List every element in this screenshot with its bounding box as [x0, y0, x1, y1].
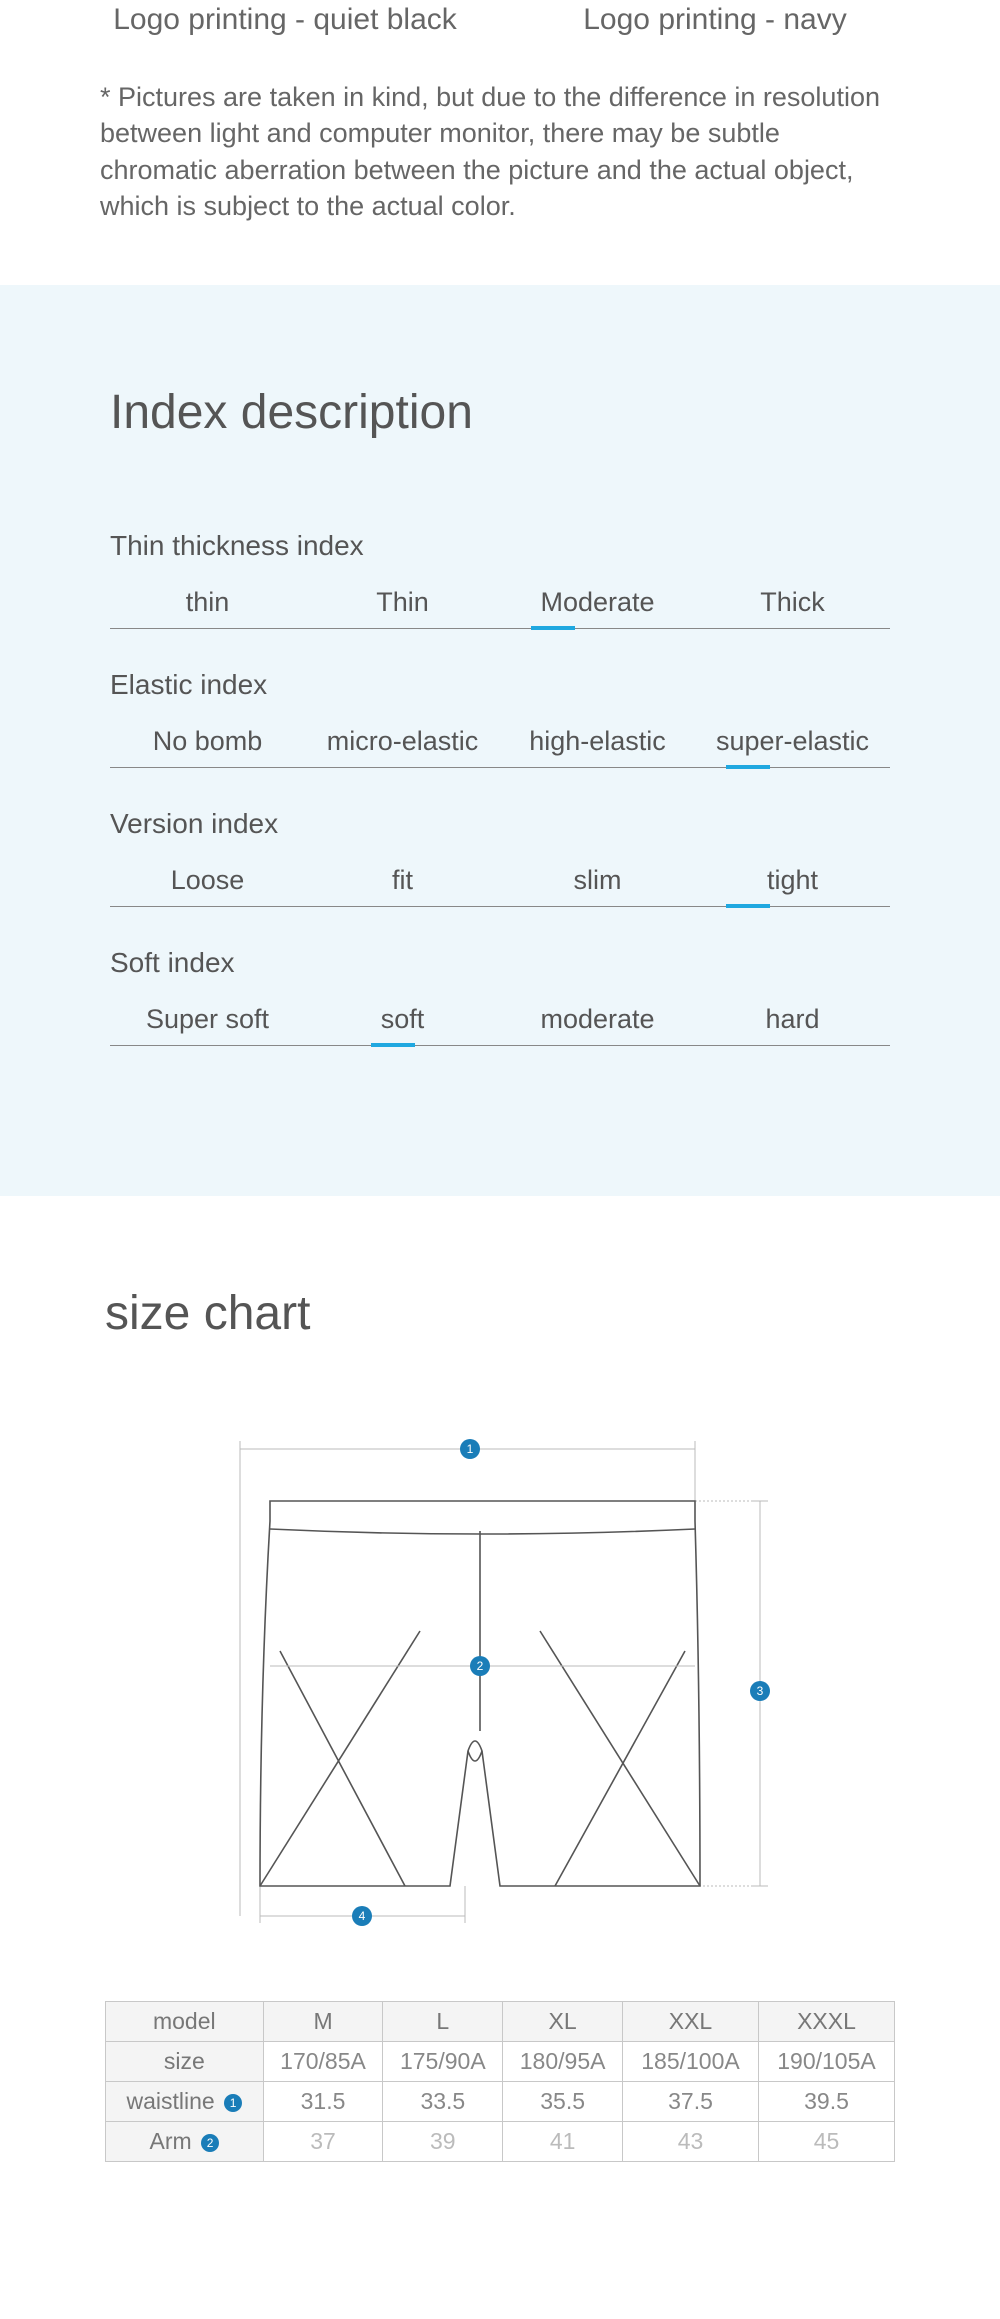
size-chart-title: size chart [105, 1286, 895, 1341]
selected-marker [531, 626, 575, 630]
disclaimer-text: * Pictures are taken in kind, but due to… [0, 79, 1000, 285]
table-col-header: XL [503, 2001, 623, 2041]
index-group: Soft index Super softsoftmoderatehard [110, 947, 890, 1046]
index-options-row: Super softsoftmoderatehard [110, 1004, 890, 1046]
table-cell: 190/105A [758, 2041, 894, 2081]
size-chart-section: size chart [0, 1196, 1000, 2162]
table-row: size170/85A175/90A180/95A185/100A190/105… [106, 2041, 895, 2081]
index-label: Soft index [110, 947, 890, 979]
index-option: Thick [695, 587, 890, 628]
table-cell: 37.5 [623, 2081, 759, 2121]
table-corner: model [106, 2001, 264, 2041]
table-col-header: XXXL [758, 2001, 894, 2041]
index-option: super-elastic [695, 726, 890, 767]
table-col-header: M [263, 2001, 383, 2041]
table-cell: 180/95A [503, 2041, 623, 2081]
index-label: Thin thickness index [110, 530, 890, 562]
table-row: Arm 23739414345 [106, 2121, 895, 2161]
table-col-header: L [383, 2001, 503, 2041]
index-option: No bomb [110, 726, 305, 767]
table-cell: 35.5 [503, 2081, 623, 2121]
index-description-section: Index description Thin thickness index th… [0, 285, 1000, 1196]
index-options-row: No bombmicro-elastichigh-elasticsuper-el… [110, 726, 890, 768]
measure-badge-icon: 2 [201, 2134, 219, 2152]
index-options-row: Loosefitslimtight [110, 865, 890, 907]
index-option: micro-elastic [305, 726, 500, 767]
table-cell: 31.5 [263, 2081, 383, 2121]
shorts-diagram: 1 2 3 4 [220, 1431, 780, 1951]
table-cell: 170/85A [263, 2041, 383, 2081]
selected-marker [726, 765, 770, 769]
table-cell: 41 [503, 2121, 623, 2161]
index-option: tight [695, 865, 890, 906]
color-label-navy: Logo printing - navy [500, 0, 930, 39]
svg-text:1: 1 [467, 1442, 474, 1456]
table-cell: 39 [383, 2121, 503, 2161]
selected-marker [726, 904, 770, 908]
svg-text:3: 3 [757, 1684, 764, 1698]
table-cell: 37 [263, 2121, 383, 2161]
table-row-header: size [106, 2041, 264, 2081]
table-cell: 33.5 [383, 2081, 503, 2121]
table-row: waistline 131.533.535.537.539.5 [106, 2081, 895, 2121]
table-cell: 175/90A [383, 2041, 503, 2081]
index-options-row: thinThinModerateThick [110, 587, 890, 629]
index-option: Moderate [500, 587, 695, 628]
table-row-header: Arm 2 [106, 2121, 264, 2161]
index-option: soft [305, 1004, 500, 1045]
index-option: moderate [500, 1004, 695, 1045]
index-group: Thin thickness index thinThinModerateThic… [110, 530, 890, 629]
table-col-header: XXL [623, 2001, 759, 2041]
table-cell: 43 [623, 2121, 759, 2161]
table-cell: 45 [758, 2121, 894, 2161]
index-option: Thin [305, 587, 500, 628]
index-label: Version index [110, 808, 890, 840]
index-option: hard [695, 1004, 890, 1045]
svg-text:2: 2 [477, 1659, 484, 1673]
index-group: Elastic index No bombmicro-elastichigh-el… [110, 669, 890, 768]
index-option: high-elastic [500, 726, 695, 767]
measure-badge-icon: 1 [224, 2094, 242, 2112]
svg-text:4: 4 [359, 1909, 366, 1923]
color-label-black: Logo printing - quiet black [70, 0, 500, 39]
size-table: modelMLXLXXLXXXL size170/85A175/90A180/9… [105, 2001, 895, 2162]
table-cell: 39.5 [758, 2081, 894, 2121]
index-option: slim [500, 865, 695, 906]
index-option: Super soft [110, 1004, 305, 1045]
index-group: Version index Loosefitslimtight [110, 808, 890, 907]
color-labels-row: Logo printing - quiet black Logo printin… [0, 0, 1000, 79]
index-option: Loose [110, 865, 305, 906]
table-row-header: waistline 1 [106, 2081, 264, 2121]
index-title: Index description [110, 385, 890, 440]
table-cell: 185/100A [623, 2041, 759, 2081]
index-option: fit [305, 865, 500, 906]
index-label: Elastic index [110, 669, 890, 701]
selected-marker [371, 1043, 415, 1047]
index-option: thin [110, 587, 305, 628]
